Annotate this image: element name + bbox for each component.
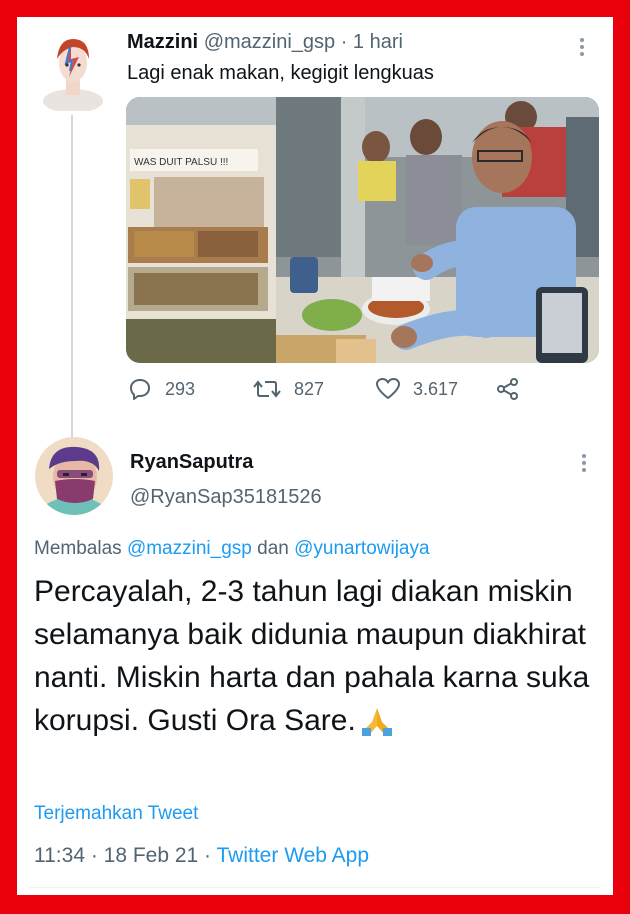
share-icon[interactable] xyxy=(495,377,521,401)
retweet-icon xyxy=(252,377,282,401)
retweet-action[interactable]: 827 xyxy=(252,377,324,401)
like-count: 3.617 xyxy=(413,378,459,399)
parent-header: Mazzini @mazzini_gsp · 1 hari xyxy=(127,31,403,54)
more-icon[interactable] xyxy=(577,35,587,59)
thread-connector xyxy=(71,115,73,445)
replying-to: Membalas @mazzini_gsp dan @yunartowijaya xyxy=(34,538,430,560)
like-icon xyxy=(375,377,401,401)
reply-tweet-body: Percayalah, 2-3 tahun lagi diakan miskin… xyxy=(34,570,604,748)
reply-avatar[interactable] xyxy=(35,437,113,515)
replying-join: dan xyxy=(257,538,289,559)
folded-hands-emoji xyxy=(360,704,394,748)
parent-timestamp[interactable]: · 1 hari xyxy=(341,31,403,53)
reply-tweet-text: Percayalah, 2-3 tahun lagi diakan miskin… xyxy=(34,575,590,737)
parent-author-handle[interactable]: @mazzini_gsp xyxy=(204,31,335,53)
parent-avatar[interactable] xyxy=(41,31,105,113)
parent-author-name[interactable]: Mazzini xyxy=(127,31,198,53)
reply-author-name[interactable]: RyanSaputra xyxy=(130,451,253,474)
photo-sign-text: WAS DUIT PALSU !!! xyxy=(134,157,228,168)
tweet-actions: 293 827 3.617 xyxy=(127,377,567,407)
reply-time[interactable]: 11:34 · 18 Feb 21 · xyxy=(34,844,217,867)
reply-author-handle[interactable]: @RyanSap35181526 xyxy=(130,486,322,509)
mention-link[interactable]: @mazzini_gsp xyxy=(127,538,252,559)
mention-link[interactable]: @yunartowijaya xyxy=(294,538,429,559)
divider xyxy=(29,887,601,888)
reply-timestamp: 11:34 · 18 Feb 21 · Twitter Web App xyxy=(34,844,369,868)
replying-prefix: Membalas xyxy=(34,538,122,559)
reply-icon xyxy=(127,377,153,401)
more-icon[interactable] xyxy=(579,451,589,475)
tweet-photo[interactable]: WAS DUIT PALSU !!! xyxy=(126,97,599,363)
parent-tweet-text: Lagi enak makan, kegigit lengkuas xyxy=(127,62,434,84)
retweet-count: 827 xyxy=(294,378,325,399)
reply-action[interactable]: 293 xyxy=(127,377,195,401)
translate-tweet-link[interactable]: Terjemahkan Tweet xyxy=(34,803,198,825)
tweet-card: Mazzini @mazzini_gsp · 1 hari Lagi enak … xyxy=(17,17,613,895)
reply-count: 293 xyxy=(165,378,196,399)
like-action[interactable]: 3.617 xyxy=(375,377,458,401)
tweet-source-link[interactable]: Twitter Web App xyxy=(217,844,370,867)
